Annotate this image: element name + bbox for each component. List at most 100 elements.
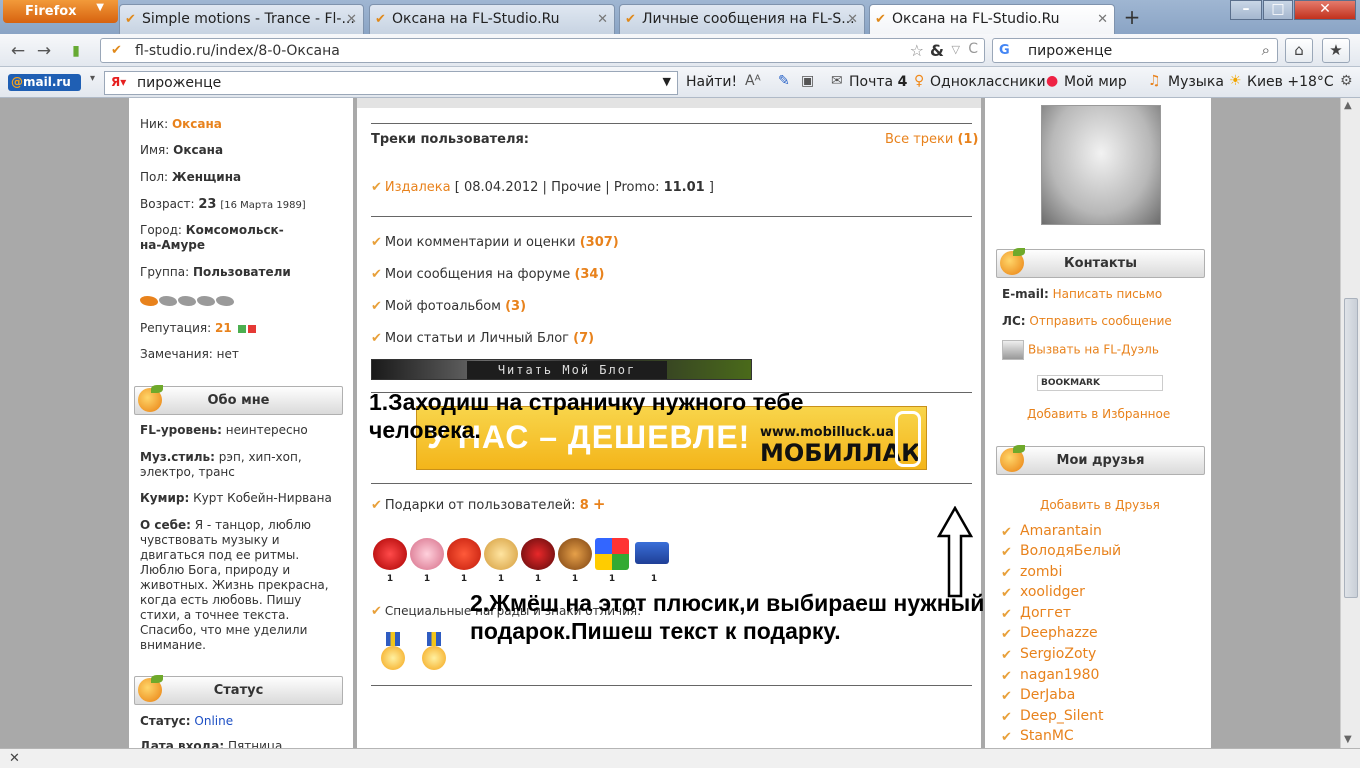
ampersand-icon[interactable]: & [930,41,944,60]
friend-item[interactable]: ✔ zombi [1001,564,1062,581]
write-email-link[interactable]: Написать письмо [1053,287,1163,301]
friend-item[interactable]: ✔ DerJaba [1001,687,1075,704]
status-label: Статус: [140,714,191,728]
divider [371,685,972,686]
search-input[interactable]: пироженце [1028,43,1112,59]
new-tab-button[interactable]: + [1119,5,1145,31]
friend-item[interactable]: ✔ xoolidger [1001,584,1085,601]
vertical-scrollbar[interactable]: ▲ ▼ [1340,98,1360,748]
bookmark-button[interactable]: BOOKMARK [1037,375,1163,391]
address-bar[interactable]: ✔ fl-studio.ru/index/8-0-Оксана ☆ & ▽ C [100,38,985,63]
reload-icon[interactable]: C [968,41,978,57]
photo-album-link[interactable]: ✔ Мой фотоальбом (3) [371,299,526,314]
forward-arrow-icon[interactable]: → [32,40,56,62]
gift-thumbs-up-icon[interactable] [484,538,518,570]
friend-item[interactable]: ✔ StanMC [1001,728,1074,745]
comments-link[interactable]: ✔ Мои комментарии и оценки (307) [371,235,619,250]
read-blog-banner[interactable]: Читать Мой Блог [371,359,752,380]
gift-lips-icon[interactable] [373,538,407,570]
yandex-search-input[interactable]: пироженце [137,75,221,91]
duel-link[interactable]: Вызвать на FL-Дуэль [1028,343,1159,357]
chevron-down-icon[interactable]: ▽ [952,43,960,56]
settings-icon[interactable]: ⚙ [1340,73,1353,89]
friend-item[interactable]: ✔ SergioZoty [1001,646,1096,663]
search-icon[interactable]: ⌕ [1262,41,1270,59]
gift-rubik-cube-icon[interactable] [595,538,629,570]
gift-count: 1 [608,574,616,584]
close-tab-icon[interactable]: ✕ [1097,12,1108,27]
weather-link[interactable]: Киев +18°C [1247,74,1334,90]
close-window-button[interactable]: ✕ [1294,0,1356,20]
forum-posts-link[interactable]: ✔ Мои сообщения на форуме (34) [371,267,604,282]
music-link[interactable]: Музыка [1168,74,1224,90]
friend-item[interactable]: ✔ Deep_Silent [1001,708,1104,725]
chevron-down-icon[interactable]: ▾ [90,73,95,84]
friend-item[interactable]: ✔ Доггет [1001,605,1071,622]
mailru-logo[interactable]: @mail.ru [8,74,81,91]
nick-value[interactable]: Оксана [172,117,222,131]
add-gift-plus-button[interactable]: + [593,495,606,513]
yandex-search-field[interactable]: Я▾ пироженце ▼ [104,71,678,95]
close-tab-icon[interactable]: ✕ [847,12,858,27]
bookmarks-menu-icon[interactable]: ★ [1322,38,1350,63]
maximize-button[interactable]: □ [1263,0,1293,20]
gift-count: 1 [534,574,542,584]
about-box-title: Обо мне [134,385,343,415]
minimize-button[interactable]: – [1230,0,1262,20]
mail-label: Почта [849,74,894,90]
bookmark-star-icon[interactable]: ☆ [910,41,924,60]
reputation-minus-icon[interactable] [247,324,256,333]
all-tracks-link[interactable]: Все треки (1) [885,132,978,147]
friend-name: Deephazze [1020,625,1098,641]
my-world-link[interactable]: Мой мир [1064,74,1127,90]
close-tab-icon[interactable]: ✕ [346,12,357,27]
award-medal-icon[interactable] [421,632,447,672]
mail-link[interactable]: Почта 4 [849,74,907,90]
tab-3[interactable]: ✔ Личные сообщения на FL-S... ✕ [619,4,865,34]
highlighter-icon[interactable]: ✎ [778,73,790,89]
rank-fruit-icon [216,295,234,306]
blog-link[interactable]: ✔ Мои статьи и Личный Блог (7) [371,331,594,346]
close-icon[interactable]: ✕ [9,751,20,766]
scroll-down-icon[interactable]: ▼ [1344,734,1352,745]
firefox-menu-button[interactable]: Firefox ▼ [3,0,118,23]
send-message-link[interactable]: Отправить сообщение [1029,314,1171,328]
find-button[interactable]: Найти! [686,74,737,90]
name-label: Имя: [140,143,170,157]
odnoklassniki-link[interactable]: Одноклассники [930,74,1046,90]
fl-level-label: FL-уровень: [140,423,222,437]
screenshot-icon[interactable]: ▣ [801,73,814,89]
tab-2[interactable]: ✔ Оксана на FL-Studio.Ru ✕ [369,4,615,34]
reputation-value[interactable]: 21 [215,321,232,335]
gift-visa-card-icon[interactable] [635,542,669,564]
scroll-up-icon[interactable]: ▲ [1344,100,1352,111]
gift-strawberry-icon[interactable] [447,538,481,570]
avatar[interactable] [1041,105,1161,225]
close-tab-icon[interactable]: ✕ [597,12,608,27]
tab-4-active[interactable]: ✔ Оксана на FL-Studio.Ru ✕ [869,4,1115,34]
back-arrow-icon[interactable]: ← [6,40,30,62]
tab-1[interactable]: ✔ Simple motions - Trance - Fl-... ✕ [119,4,364,34]
award-medal-icon[interactable] [380,632,406,672]
add-favorites-link[interactable]: Добавить в Избранное [1027,407,1170,421]
reputation-plus-icon[interactable] [237,324,246,333]
gift-teddy-icon[interactable] [558,538,592,570]
signal-bars-icon[interactable]: ▮ [64,40,88,62]
gift-cake-icon[interactable] [410,538,444,570]
chevron-down-icon[interactable]: ▼ [663,75,671,88]
friend-item[interactable]: ✔ ВолодяБелый [1001,543,1121,560]
track-link[interactable]: Издалека [385,180,451,195]
gift-ladybug-icon[interactable] [521,538,555,570]
friends-box-title: Мои друзья [996,445,1205,475]
search-bar[interactable]: G пироженце ⌕ [992,38,1278,63]
fl-fruit-icon: ✔ [1001,669,1012,684]
friend-item[interactable]: ✔ nagan1980 [1001,667,1099,684]
friend-item[interactable]: ✔ Deephazze [1001,625,1098,642]
scrollbar-thumb[interactable] [1344,298,1358,598]
add-friend-link[interactable]: Добавить в Друзья [1040,498,1160,512]
friend-item[interactable]: ✔ Amarantain [1001,523,1102,540]
home-icon[interactable]: ⌂ [1285,38,1313,63]
font-size-icon[interactable]: Aᴬ [745,73,761,89]
fl-level-row: FL-уровень: неинтересно [140,423,308,438]
fl-studio-favicon-icon: ✔ [375,12,386,27]
